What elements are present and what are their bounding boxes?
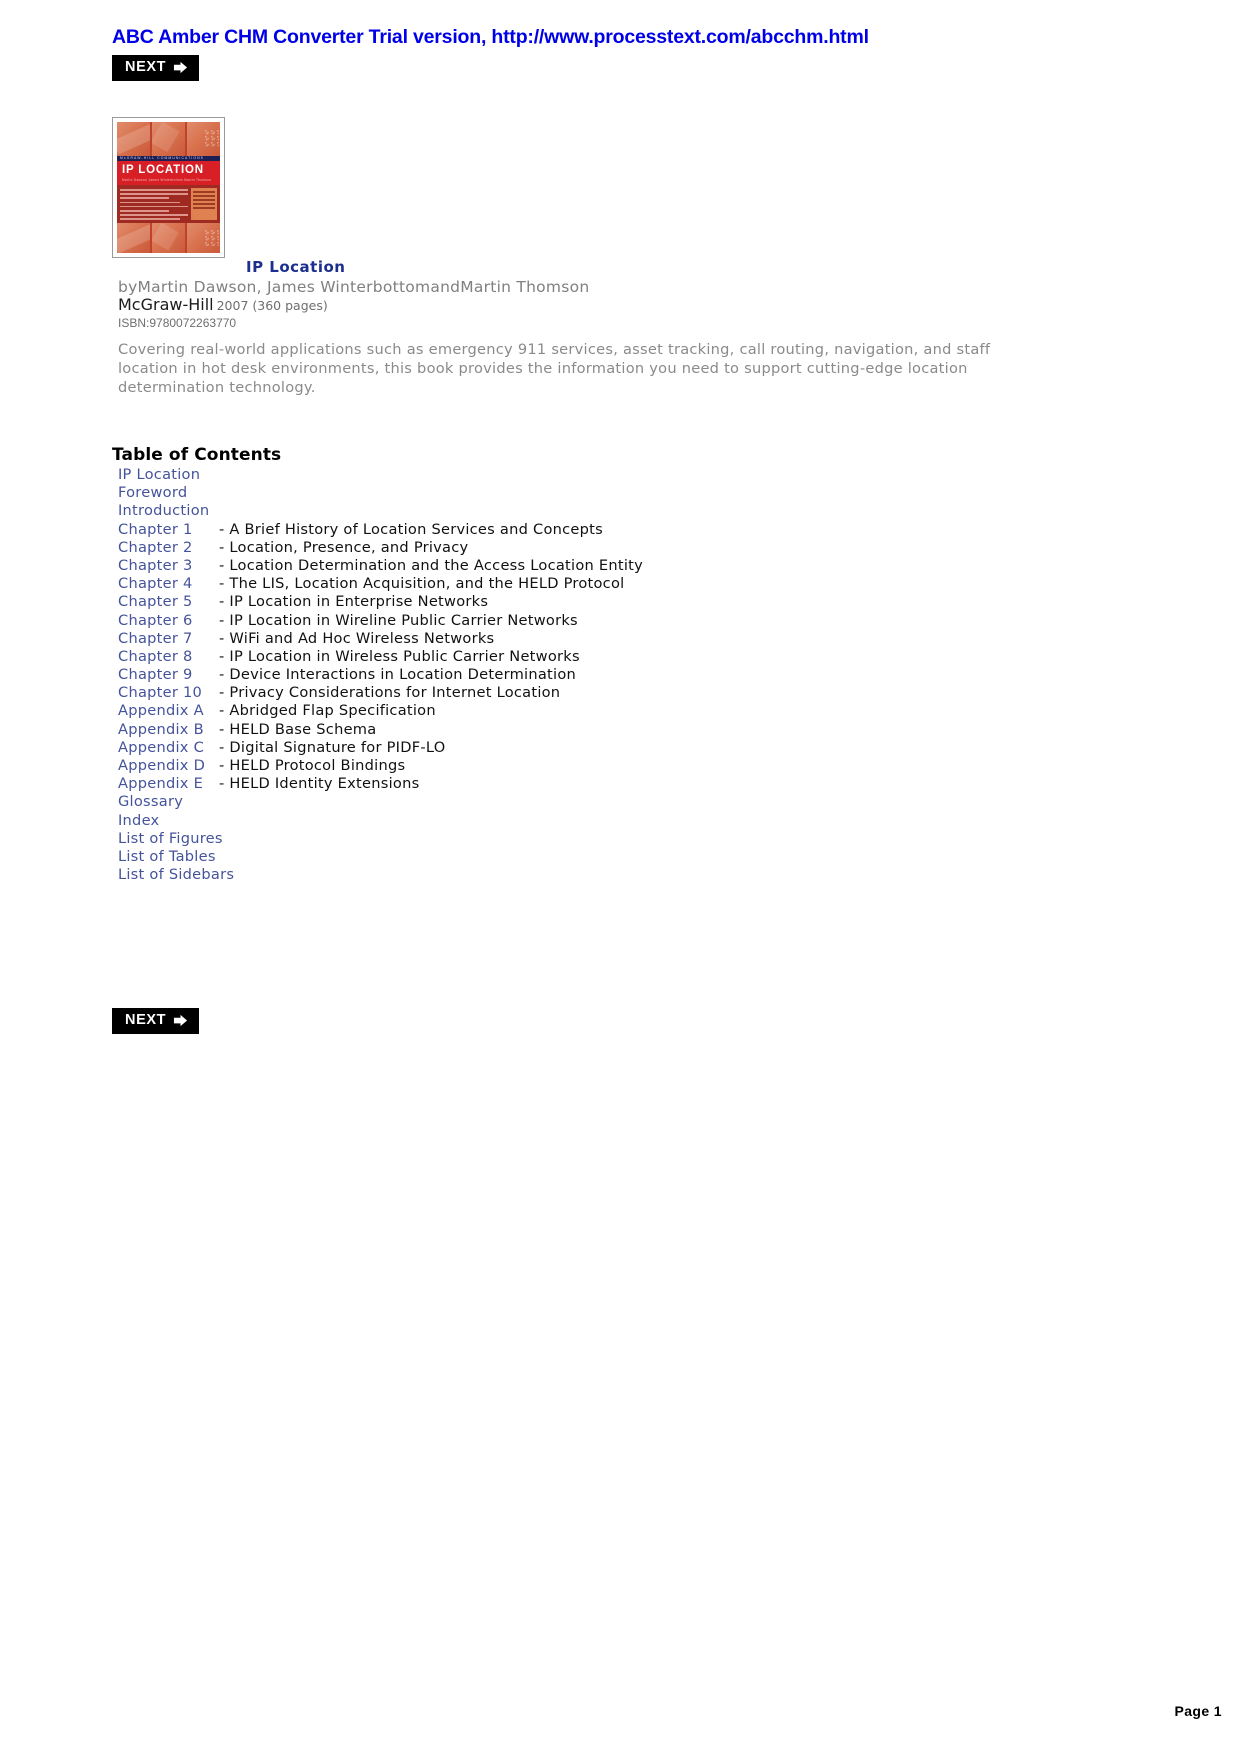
toc-entry-link[interactable]: Appendix B bbox=[118, 721, 219, 738]
toc-row: Index bbox=[118, 812, 1018, 830]
next-button-bottom[interactable]: NEXT bbox=[112, 1008, 200, 1034]
cover-tile bbox=[117, 122, 150, 156]
publisher-name: McGraw-Hill bbox=[118, 295, 214, 314]
arrow-right-icon bbox=[173, 1013, 188, 1028]
toc-row: Chapter 2- Location, Presence, and Priva… bbox=[118, 539, 1018, 557]
next-button-label: NEXT bbox=[125, 1012, 167, 1029]
toc-row: Chapter 3- Location Determination and th… bbox=[118, 557, 1018, 575]
toc-entry-title: - HELD Identity Extensions bbox=[219, 775, 420, 793]
toc-entry-link[interactable]: Chapter 1 bbox=[118, 521, 219, 538]
cover-tile bbox=[187, 122, 220, 156]
toc-row: Chapter 5- IP Location in Enterprise Net… bbox=[118, 593, 1018, 611]
toc-entry-link[interactable]: Introduction bbox=[118, 502, 209, 519]
toc-row: Chapter 9- Device Interactions in Locati… bbox=[118, 666, 1018, 684]
toc-entry-title: - HELD Protocol Bindings bbox=[219, 757, 406, 774]
toc-row: IP Location bbox=[118, 466, 1018, 484]
cover-blurb-lines bbox=[120, 188, 188, 220]
cover-blurb-area bbox=[117, 185, 220, 223]
next-button-top[interactable]: NEXT bbox=[112, 55, 200, 81]
toc-row: List of Tables bbox=[118, 848, 1018, 866]
toc-row: Chapter 4- The LIS, Location Acquisition… bbox=[118, 575, 1018, 593]
toc-entry-title: - Digital Signature for PIDF-LO bbox=[219, 738, 446, 756]
cover-tiles-bottom bbox=[117, 223, 220, 253]
toc-entry-title: - IP Location in Wireless Public Carrier… bbox=[219, 647, 580, 665]
toc-row: Foreword bbox=[118, 484, 1018, 502]
cover-tile bbox=[152, 122, 185, 156]
toc-entry-title: - The LIS, Location Acquisition, and the… bbox=[219, 575, 625, 593]
toc-entry-title: - Abridged Flap Specification bbox=[219, 702, 436, 720]
toc-entry-link[interactable]: Glossary bbox=[118, 793, 183, 810]
book-title: IP Location bbox=[246, 258, 346, 276]
toc-entry-link[interactable]: Index bbox=[118, 812, 159, 829]
toc-entry-link[interactable]: IP Location bbox=[118, 466, 200, 483]
book-byline: byMartin Dawson, James WinterbottomandMa… bbox=[118, 278, 590, 296]
toc-entry-link[interactable]: Appendix D bbox=[118, 757, 219, 774]
toc-row: Chapter 7- WiFi and Ad Hoc Wireless Netw… bbox=[118, 630, 1018, 648]
cover-authors-text: Martin Dawson James Winterbottom Martin … bbox=[122, 178, 212, 183]
toc-row: List of Figures bbox=[118, 830, 1018, 848]
toc-entry-link[interactable]: Chapter 8 bbox=[118, 648, 219, 665]
toc-heading: Table of Contents bbox=[112, 445, 282, 465]
page-number-footer: Page 1 bbox=[1174, 1703, 1222, 1719]
toc-entry-title: - Location, Presence, and Privacy bbox=[219, 538, 469, 556]
toc-entry-link[interactable]: Appendix E bbox=[118, 775, 219, 792]
arrow-right-icon bbox=[173, 60, 188, 75]
toc-entry-title: - IP Location in Wireline Public Carrier… bbox=[219, 611, 578, 629]
cover-title-band: IP LOCATION Martin Dawson James Winterbo… bbox=[117, 160, 220, 186]
toc-row: Appendix E- HELD Identity Extensions bbox=[118, 775, 1018, 793]
toc-entry-link[interactable]: Foreword bbox=[118, 484, 187, 501]
cover-tile bbox=[187, 223, 220, 253]
cover-title-text: IP LOCATION bbox=[122, 163, 204, 176]
toc-entry-link[interactable]: Chapter 5 bbox=[118, 593, 219, 610]
toc-entry-link[interactable]: List of Tables bbox=[118, 848, 216, 865]
toc-row: Appendix B- HELD Base Schema bbox=[118, 721, 1018, 739]
toc-entry-link[interactable]: List of Figures bbox=[118, 830, 223, 847]
toc-entry-link[interactable]: Chapter 6 bbox=[118, 612, 219, 629]
book-cover-art: McGRAW-HILL COMMUNICATIONS IP LOCATION M… bbox=[117, 122, 220, 253]
toc-entry-link[interactable]: List of Sidebars bbox=[118, 866, 234, 883]
toc-entry-title: - Location Determination and the Access … bbox=[219, 556, 643, 574]
toc-entry-link[interactable]: Appendix C bbox=[118, 739, 219, 756]
toc-entry-title: - IP Location in Enterprise Networks bbox=[219, 593, 489, 611]
toc-entry-title: - WiFi and Ad Hoc Wireless Networks bbox=[219, 629, 495, 647]
publisher-year-pages: 2007 (360 pages) bbox=[216, 298, 328, 313]
toc-row: Chapter 6- IP Location in Wireline Publi… bbox=[118, 612, 1018, 630]
toc-entry-title: - A Brief History of Location Services a… bbox=[219, 520, 603, 538]
toc-row: List of Sidebars bbox=[118, 866, 1018, 884]
toc-row: Chapter 8- IP Location in Wireless Publi… bbox=[118, 648, 1018, 666]
cover-tiles-top bbox=[117, 122, 220, 156]
next-button-label: NEXT bbox=[125, 59, 167, 76]
cover-tile bbox=[117, 223, 150, 253]
toc-entry-link[interactable]: Chapter 4 bbox=[118, 575, 219, 592]
toc-list: IP Location Foreword Introduction Chapter 1… bbox=[118, 466, 1018, 884]
toc-entry-title: - Device Interactions in Location Determ… bbox=[219, 666, 577, 684]
toc-row: Appendix C- Digital Signature for PIDF-L… bbox=[118, 739, 1018, 757]
toc-entry-link[interactable]: Chapter 10 bbox=[118, 684, 219, 701]
toc-entry-link[interactable]: Chapter 3 bbox=[118, 557, 219, 574]
toc-row: Introduction bbox=[118, 502, 1018, 520]
toc-row: Appendix A- Abridged Flap Specification bbox=[118, 702, 1018, 720]
toc-row: Glossary bbox=[118, 793, 1018, 811]
page-canvas: ABC Amber CHM Converter Trial version, h… bbox=[0, 0, 1240, 1755]
cover-tile bbox=[152, 223, 185, 253]
cover-side-box bbox=[191, 188, 217, 220]
toc-row: Chapter 1- A Brief History of Location S… bbox=[118, 521, 1018, 539]
toc-entry-title: - HELD Base Schema bbox=[219, 720, 377, 738]
toc-entry-link[interactable]: Chapter 9 bbox=[118, 666, 219, 683]
toc-entry-link[interactable]: Chapter 2 bbox=[118, 539, 219, 556]
book-cover-image[interactable]: McGRAW-HILL COMMUNICATIONS IP LOCATION M… bbox=[112, 117, 225, 258]
toc-row: Appendix D- HELD Protocol Bindings bbox=[118, 757, 1018, 775]
trial-version-banner: ABC Amber CHM Converter Trial version, h… bbox=[112, 26, 869, 48]
book-isbn: ISBN:9780072263770 bbox=[118, 316, 237, 330]
toc-row: Chapter 10- Privacy Considerations for I… bbox=[118, 684, 1018, 702]
toc-entry-link[interactable]: Chapter 7 bbox=[118, 630, 219, 647]
book-description: Covering real-world applications such as… bbox=[118, 341, 991, 396]
toc-entry-title: - Privacy Considerations for Internet Lo… bbox=[219, 684, 561, 702]
book-publisher-line: McGraw-Hill 2007 (360 pages) bbox=[118, 297, 328, 313]
toc-entry-link[interactable]: Appendix A bbox=[118, 702, 219, 719]
